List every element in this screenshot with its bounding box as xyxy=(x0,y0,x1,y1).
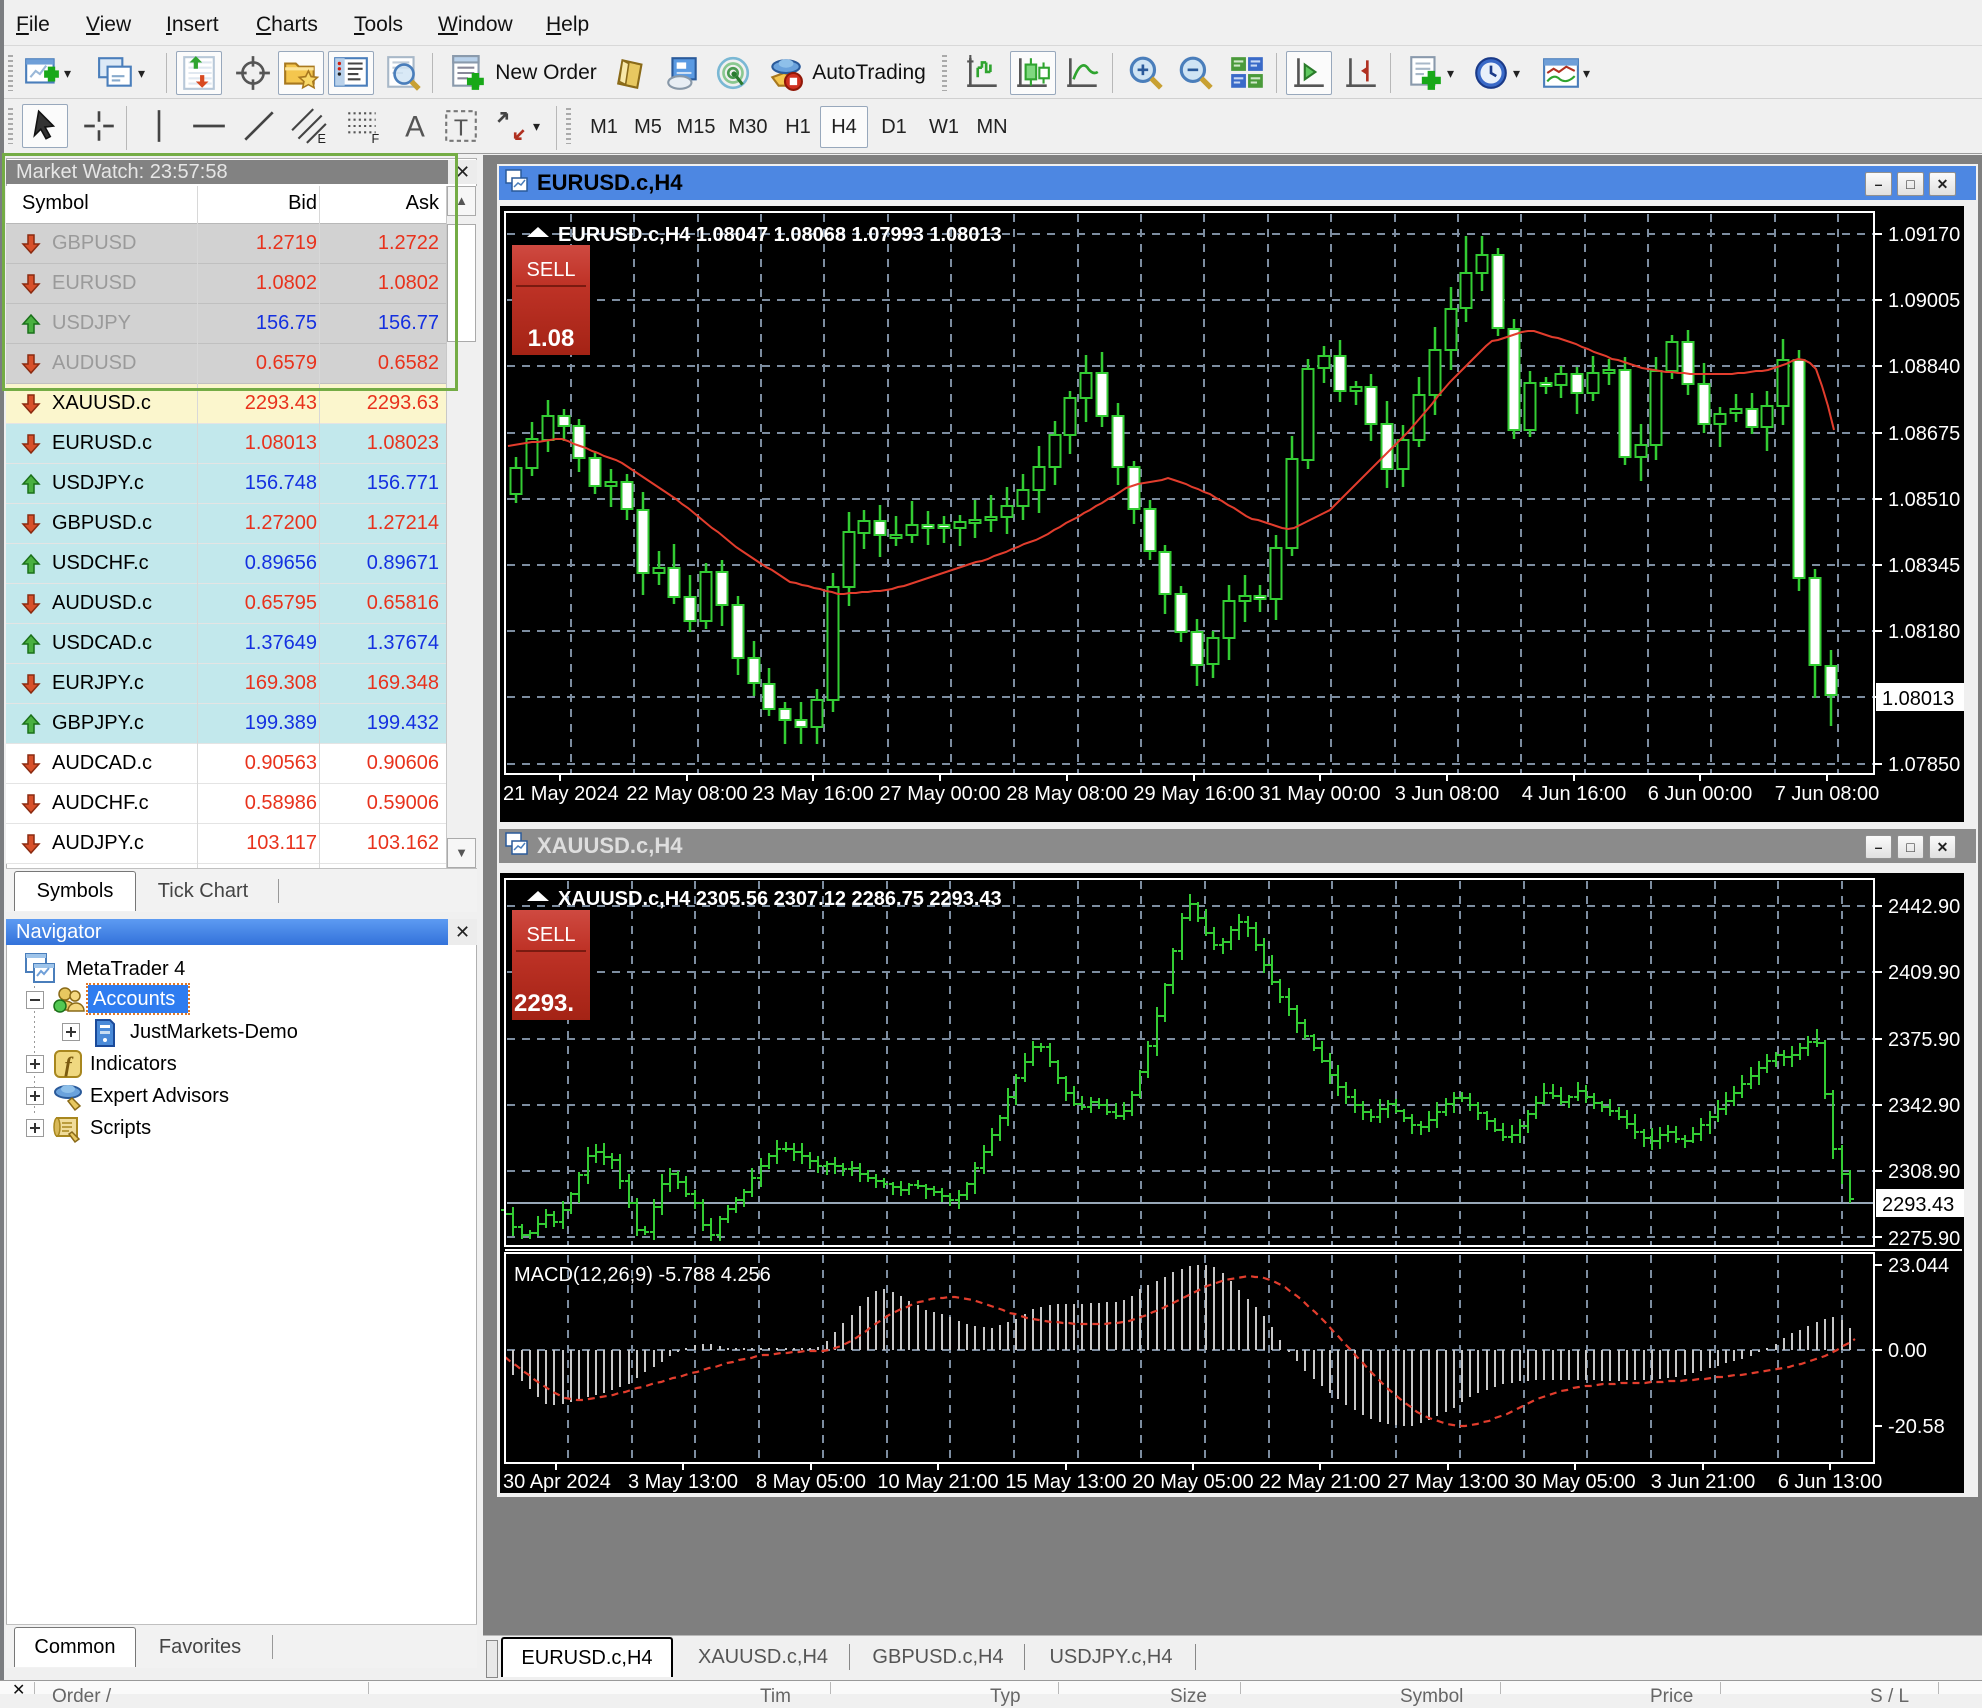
svg-text:1.09005: 1.09005 xyxy=(1888,290,1960,312)
svg-text:1.09170: 1.09170 xyxy=(1888,224,1960,246)
svg-text:1.08510: 1.08510 xyxy=(1888,489,1960,511)
svg-text:3 May 13:00: 3 May 13:00 xyxy=(628,1471,738,1493)
svg-text:2442.90: 2442.90 xyxy=(1888,896,1960,918)
svg-text:SELL: SELL xyxy=(527,924,576,946)
svg-text:15 May 13:00: 15 May 13:00 xyxy=(1005,1471,1126,1493)
svg-text:1.08840: 1.08840 xyxy=(1888,356,1960,378)
svg-text:1.07850: 1.07850 xyxy=(1888,754,1960,776)
svg-text:27 May 13:00: 27 May 13:00 xyxy=(1387,1471,1508,1493)
svg-text:3 Jun 21:00: 3 Jun 21:00 xyxy=(1651,1471,1756,1493)
svg-text:30 Apr 2024: 30 Apr 2024 xyxy=(503,1471,611,1493)
svg-text:22 May 08:00: 22 May 08:00 xyxy=(626,783,747,805)
svg-text:2293.: 2293. xyxy=(514,990,574,1017)
svg-text:1.08: 1.08 xyxy=(528,325,575,352)
svg-text:22 May 21:00: 22 May 21:00 xyxy=(1259,1471,1380,1493)
svg-text:1.08013: 1.08013 xyxy=(1882,688,1954,710)
svg-text:27 May 00:00: 27 May 00:00 xyxy=(879,783,1000,805)
svg-text:EURUSD.c,H4 1.08047 1.08068 1: EURUSD.c,H4 1.08047 1.08068 1.07993 1.08… xyxy=(558,224,1002,246)
svg-text:0.00: 0.00 xyxy=(1888,1340,1927,1362)
svg-text:-20.58: -20.58 xyxy=(1888,1416,1945,1438)
svg-text:23 May 16:00: 23 May 16:00 xyxy=(752,783,873,805)
svg-text:2409.90: 2409.90 xyxy=(1888,962,1960,984)
svg-text:2342.90: 2342.90 xyxy=(1888,1095,1960,1117)
svg-text:1.08675: 1.08675 xyxy=(1888,423,1960,445)
svg-text:6 Jun 13:00: 6 Jun 13:00 xyxy=(1778,1471,1883,1493)
svg-text:29 May 16:00: 29 May 16:00 xyxy=(1133,783,1254,805)
svg-text:7 Jun 08:00: 7 Jun 08:00 xyxy=(1775,783,1880,805)
svg-text:A: A xyxy=(405,111,425,144)
svg-text:MACD(12,26,9) -5.788 4.256: MACD(12,26,9) -5.788 4.256 xyxy=(514,1264,771,1286)
svg-text:10 May 21:00: 10 May 21:00 xyxy=(877,1471,998,1493)
svg-text:6 Jun 00:00: 6 Jun 00:00 xyxy=(1648,783,1753,805)
svg-text:F: F xyxy=(371,132,379,145)
svg-text:T: T xyxy=(454,115,468,141)
svg-text:4 Jun 16:00: 4 Jun 16:00 xyxy=(1522,783,1627,805)
svg-text:28 May 08:00: 28 May 08:00 xyxy=(1006,783,1127,805)
svg-text:8 May 05:00: 8 May 05:00 xyxy=(756,1471,866,1493)
svg-text:E: E xyxy=(317,132,325,145)
svg-text:20 May 05:00: 20 May 05:00 xyxy=(1132,1471,1253,1493)
svg-text:23.044: 23.044 xyxy=(1888,1255,1949,1277)
svg-text:30 May 05:00: 30 May 05:00 xyxy=(1514,1471,1635,1493)
svg-text:2375.90: 2375.90 xyxy=(1888,1029,1960,1051)
svg-text:1.08180: 1.08180 xyxy=(1888,621,1960,643)
svg-text:2275.90: 2275.90 xyxy=(1888,1228,1960,1250)
svg-text:1.08345: 1.08345 xyxy=(1888,555,1960,577)
svg-text:SELL: SELL xyxy=(527,259,576,281)
svg-text:31 May 00:00: 31 May 00:00 xyxy=(1259,783,1380,805)
svg-text:XAUUSD.c,H4 2305.56 2307.12 2: XAUUSD.c,H4 2305.56 2307.12 2286.75 2293… xyxy=(558,888,1002,910)
svg-text:2293.43: 2293.43 xyxy=(1882,1194,1954,1216)
svg-text:2308.90: 2308.90 xyxy=(1888,1161,1960,1183)
svg-text:21 May 2024: 21 May 2024 xyxy=(503,783,619,805)
svg-text:3 Jun 08:00: 3 Jun 08:00 xyxy=(1395,783,1500,805)
